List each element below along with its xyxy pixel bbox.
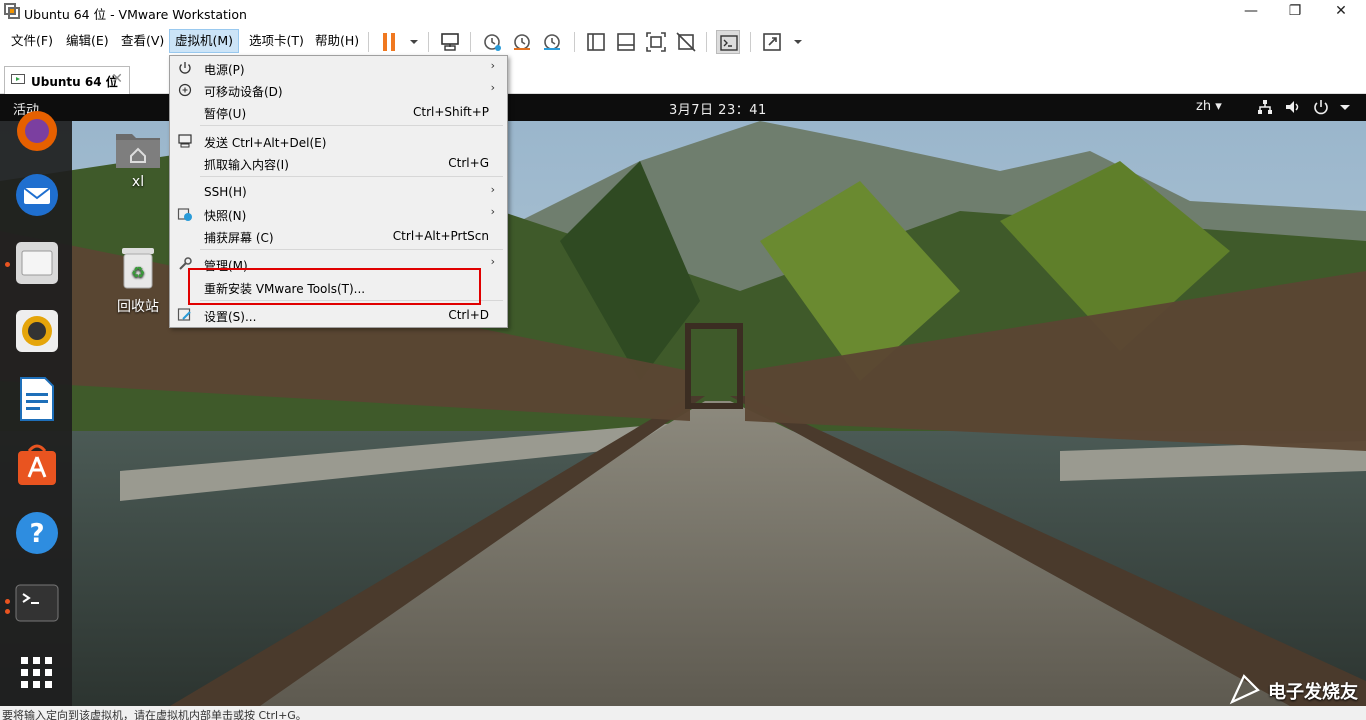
snapshot-icon[interactable]	[480, 30, 504, 54]
watermark: 电子发烧友	[1228, 672, 1366, 708]
thumbnail-bar-icon[interactable]	[614, 30, 638, 54]
shortcut-label: Ctrl+Alt+PrtScn	[392, 229, 489, 243]
svg-text:?: ?	[29, 519, 44, 549]
close-button[interactable]: ✕	[1318, 0, 1364, 24]
submenu-arrow-icon: ›	[490, 81, 495, 94]
toolbar-separator	[470, 32, 471, 52]
vm-tab-icon	[11, 74, 25, 84]
full-screen-icon[interactable]	[644, 30, 668, 54]
trash-icon: ♻	[122, 248, 154, 289]
status-text: 要将输入定向到该虚拟机，请在虚拟机内部单击或按 Ctrl+G。	[2, 709, 307, 720]
menu-item-send-ctrl-alt-del[interactable]: 发送 Ctrl+Alt+Del(E)	[172, 130, 505, 152]
menu-item-power[interactable]: 电源(P) ›	[172, 57, 505, 79]
terminal-icon[interactable]	[13, 579, 61, 627]
status-bar: 要将输入定向到该虚拟机，请在虚拟机内部单击或按 Ctrl+G。	[0, 706, 1366, 720]
shortcut-label: Ctrl+Shift+P	[413, 105, 489, 119]
network-icon[interactable]	[1256, 98, 1274, 116]
menu-item-settings[interactable]: 设置(S)... Ctrl+D	[172, 304, 505, 326]
menu-vm[interactable]: 虚拟机(M)	[169, 29, 240, 53]
svg-text:♻: ♻	[131, 263, 145, 282]
home-folder-icon	[116, 134, 160, 168]
revert-snapshot-icon[interactable]	[510, 30, 534, 54]
vmware-logo-icon	[4, 3, 20, 19]
submenu-arrow-icon: ›	[490, 59, 495, 72]
show-library-icon[interactable]	[584, 30, 608, 54]
submenu-arrow-icon: ›	[490, 183, 495, 196]
maximize-button[interactable]: ❐	[1272, 0, 1318, 24]
snapshot-manager-icon[interactable]	[540, 30, 564, 54]
menu-item-capture-screen[interactable]: 捕获屏幕 (C) Ctrl+Alt+PrtScn	[172, 225, 505, 247]
console-view-icon[interactable]	[716, 30, 740, 54]
menu-item-removable-devices[interactable]: 可移动设备(D) ›	[172, 79, 505, 101]
toolbar-separator	[428, 32, 429, 52]
menu-separator	[200, 249, 503, 250]
watermark-logo-icon	[1229, 674, 1260, 705]
submenu-arrow-icon: ›	[490, 205, 495, 218]
shortcut-label: Ctrl+D	[448, 308, 489, 322]
pause-dropdown-icon[interactable]	[402, 30, 418, 54]
tab-close-button[interactable]: ✕	[111, 71, 123, 87]
firefox-icon[interactable]	[13, 107, 61, 155]
submenu-arrow-icon: ›	[490, 255, 495, 268]
desktop-icon-label: xl	[131, 174, 145, 190]
ubuntu-dock: ?	[0, 111, 72, 706]
stretch-guest-icon[interactable]	[760, 30, 784, 54]
toolbar-separator	[706, 32, 707, 52]
menu-tabs[interactable]: 选项卡(T)	[244, 29, 309, 53]
send-keys-icon	[178, 134, 192, 148]
help-icon[interactable]: ?	[13, 509, 61, 557]
unity-icon[interactable]	[674, 30, 698, 54]
menu-help[interactable]: 帮助(H)	[310, 29, 364, 53]
shortcut-label: Ctrl+G	[448, 156, 489, 170]
files-icon[interactable]	[13, 239, 61, 287]
toolbar-separator	[368, 32, 369, 52]
rhythmbox-icon[interactable]	[13, 307, 61, 355]
stretch-dropdown-icon[interactable]	[786, 30, 802, 54]
show-applications-icon[interactable]	[13, 649, 61, 697]
snapshot-icon	[177, 208, 192, 221]
pause-icon[interactable]	[378, 30, 402, 54]
input-method-indicator[interactable]: zh ▾	[1196, 99, 1222, 114]
tab-label: Ubuntu 64 位	[31, 75, 118, 89]
ubuntu-software-icon[interactable]	[13, 441, 61, 489]
menu-view[interactable]: 查看(V)	[116, 29, 169, 53]
menu-item-grab-input[interactable]: 抓取输入内容(I) Ctrl+G	[172, 152, 505, 174]
power-menu-icon[interactable]	[1312, 98, 1330, 116]
menu-item-snapshot[interactable]: 快照(N) ›	[172, 203, 505, 225]
title-bar: Ubuntu 64 位 - VMware Workstation — ❐ ✕	[0, 0, 1366, 24]
running-indicator	[5, 609, 10, 614]
desktop-home-folder[interactable]: xl	[112, 128, 164, 190]
tab-ubuntu[interactable]: Ubuntu 64 位 ✕	[4, 66, 130, 94]
toolbar-separator	[574, 32, 575, 52]
menu-separator	[200, 125, 503, 126]
desktop-trash[interactable]: ♻ 回收站	[110, 244, 166, 316]
desktop-icon-label: 回收站	[117, 299, 159, 315]
settings-icon	[177, 308, 191, 321]
thunderbird-icon[interactable]	[13, 171, 61, 219]
menu-edit[interactable]: 编辑(E)	[61, 29, 114, 53]
menu-item-ssh[interactable]: SSH(H) ›	[172, 181, 505, 203]
menu-separator	[200, 176, 503, 177]
menu-item-pause[interactable]: 暂停(U) Ctrl+Shift+P	[172, 101, 505, 123]
minimize-button[interactable]: —	[1228, 0, 1274, 24]
volume-icon[interactable]	[1284, 98, 1302, 116]
toolbar-separator	[750, 32, 751, 52]
chevron-down-icon[interactable]	[1336, 98, 1354, 116]
clock[interactable]: 3月7日 23：41	[669, 99, 767, 118]
power-icon	[179, 62, 191, 74]
removable-devices-icon	[178, 83, 192, 97]
menu-bar: 文件(F) 编辑(E) 查看(V) 虚拟机(M) 选项卡(T) 帮助(H)	[0, 26, 1366, 56]
libreoffice-writer-icon[interactable]	[13, 375, 61, 423]
annotation-highlight-box	[188, 268, 481, 305]
window-title: Ubuntu 64 位 - VMware Workstation	[24, 7, 247, 22]
running-indicator	[5, 599, 10, 604]
running-indicator	[5, 262, 10, 267]
menu-file[interactable]: 文件(F)	[6, 29, 58, 53]
send-ctrl-alt-del-icon[interactable]	[438, 30, 462, 54]
